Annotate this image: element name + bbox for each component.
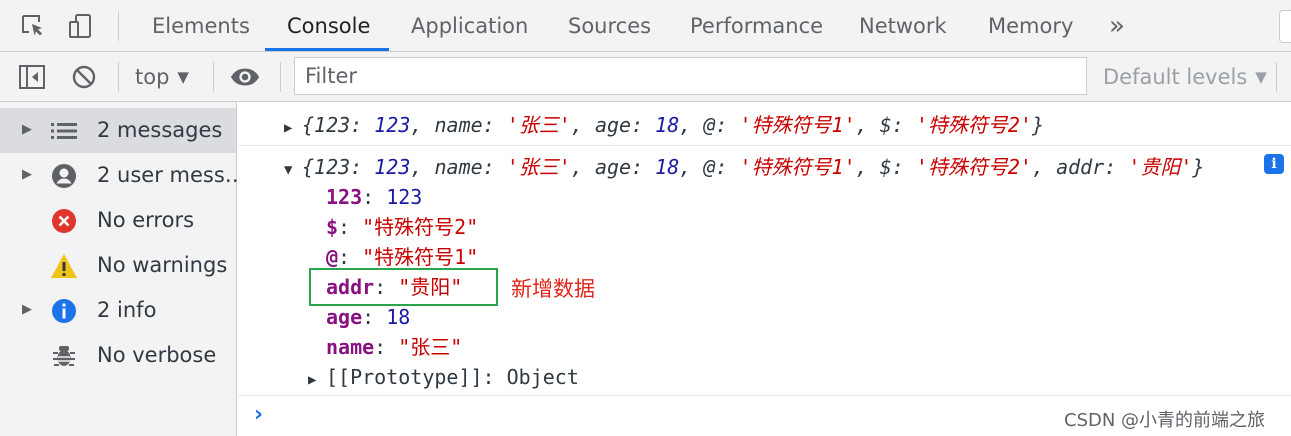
toolbar-divider bbox=[1276, 62, 1277, 92]
info-icon bbox=[50, 297, 78, 325]
toolbar-divider bbox=[213, 62, 214, 92]
sidebar-item-user-messages[interactable]: ▶ 2 user mess… bbox=[0, 153, 246, 198]
log-levels-dropdown[interactable]: Default levels ▼ bbox=[1103, 52, 1267, 102]
filter-input[interactable]: Filter bbox=[294, 57, 1087, 95]
message-divider bbox=[238, 145, 1291, 146]
sidebar-item-label: No errors bbox=[97, 208, 195, 232]
settings-area-edge[interactable] bbox=[1279, 10, 1291, 43]
context-label: top bbox=[135, 65, 170, 89]
sidebar-item-errors[interactable]: No errors bbox=[0, 198, 236, 243]
context-selector[interactable]: top ▼ bbox=[135, 52, 189, 102]
collapse-triangle-icon[interactable]: ▼ bbox=[284, 157, 302, 183]
prototype-property[interactable]: ▶ [[Prototype]]: Object bbox=[308, 364, 579, 393]
tab-network[interactable]: Network bbox=[859, 0, 947, 52]
sidebar-toggle-icon[interactable] bbox=[17, 62, 47, 92]
sidebar-item-label: 2 info bbox=[97, 298, 157, 322]
sidebar-item-label: 2 messages bbox=[97, 118, 223, 142]
object-property: @: "特殊符号1" bbox=[326, 245, 479, 269]
tab-memory[interactable]: Memory bbox=[988, 0, 1073, 52]
sidebar-item-label: 2 user mess… bbox=[97, 163, 246, 187]
more-tabs-button[interactable]: » bbox=[1109, 0, 1125, 52]
console-toolbar: top ▼ Filter Default levels ▼ bbox=[0, 52, 1291, 102]
tab-bar-divider bbox=[118, 11, 119, 41]
console-output: ▶ {123: 123, name: '张三', age: 18, @: '特殊符… bbox=[238, 102, 1291, 436]
devtools-tab-bar: Elements Console Application Sources Per… bbox=[0, 0, 1291, 52]
object-property: age: 18 bbox=[326, 305, 411, 329]
sidebar-item-verbose[interactable]: No verbose bbox=[0, 333, 236, 378]
inspect-element-icon[interactable] bbox=[18, 11, 48, 41]
expand-triangle-icon[interactable]: ▶ bbox=[22, 167, 32, 182]
expand-triangle-icon[interactable]: ▶ bbox=[22, 122, 32, 137]
live-expression-eye-icon[interactable] bbox=[230, 62, 260, 92]
tab-elements[interactable]: Elements bbox=[152, 0, 250, 52]
user-icon bbox=[50, 162, 78, 190]
error-icon bbox=[50, 207, 78, 235]
console-prompt-icon[interactable]: › bbox=[254, 402, 263, 427]
object-property: name: "张三" bbox=[326, 335, 463, 359]
tab-sources[interactable]: Sources bbox=[568, 0, 651, 52]
new-data-annotation: 新增数据 bbox=[511, 277, 595, 301]
log-levels-label: Default levels bbox=[1103, 65, 1248, 89]
sidebar-item-info[interactable]: ▶ 2 info bbox=[0, 288, 236, 333]
expand-triangle-icon[interactable]: ▶ bbox=[22, 302, 32, 317]
sidebar-item-warnings[interactable]: No warnings bbox=[0, 243, 236, 288]
toolbar-divider bbox=[280, 62, 281, 92]
console-log-entry-collapsed[interactable]: ▶ {123: 123, name: '张三', age: 18, @: '特殊符… bbox=[284, 112, 1044, 141]
expand-triangle-icon[interactable]: ▶ bbox=[284, 115, 302, 141]
sidebar-item-messages[interactable]: ▶ 2 messages bbox=[0, 108, 236, 153]
tab-performance[interactable]: Performance bbox=[690, 0, 823, 52]
warning-icon bbox=[50, 252, 78, 280]
sidebar-item-label: No warnings bbox=[97, 253, 228, 277]
tab-console[interactable]: Console bbox=[287, 0, 370, 52]
message-divider bbox=[238, 395, 1291, 396]
new-data-highlight-box bbox=[309, 268, 498, 306]
toolbar-divider bbox=[118, 62, 119, 92]
levels-dropdown-icon: ▼ bbox=[1255, 68, 1267, 86]
active-tab-indicator bbox=[265, 48, 389, 51]
console-log-entry-expanded[interactable]: ▼ {123: 123, name: '张三', age: 18, @: '特殊符… bbox=[284, 154, 1204, 183]
console-sidebar: ▶ 2 messages ▶ 2 user mess… No errors No… bbox=[0, 102, 246, 436]
sidebar-item-label: No verbose bbox=[97, 343, 217, 367]
bug-icon bbox=[50, 342, 78, 370]
object-property: $: "特殊符号2" bbox=[326, 215, 479, 239]
watermark: CSDN @小青的前端之旅 bbox=[1064, 410, 1266, 431]
info-badge-icon[interactable]: i bbox=[1264, 154, 1284, 174]
expand-triangle-icon[interactable]: ▶ bbox=[308, 367, 326, 393]
list-icon bbox=[50, 117, 78, 145]
device-toolbar-icon[interactable] bbox=[66, 11, 96, 41]
context-dropdown-icon: ▼ bbox=[177, 68, 189, 86]
object-property: 123: 123 bbox=[326, 185, 423, 209]
clear-console-icon[interactable] bbox=[69, 62, 99, 92]
tab-application[interactable]: Application bbox=[411, 0, 528, 52]
